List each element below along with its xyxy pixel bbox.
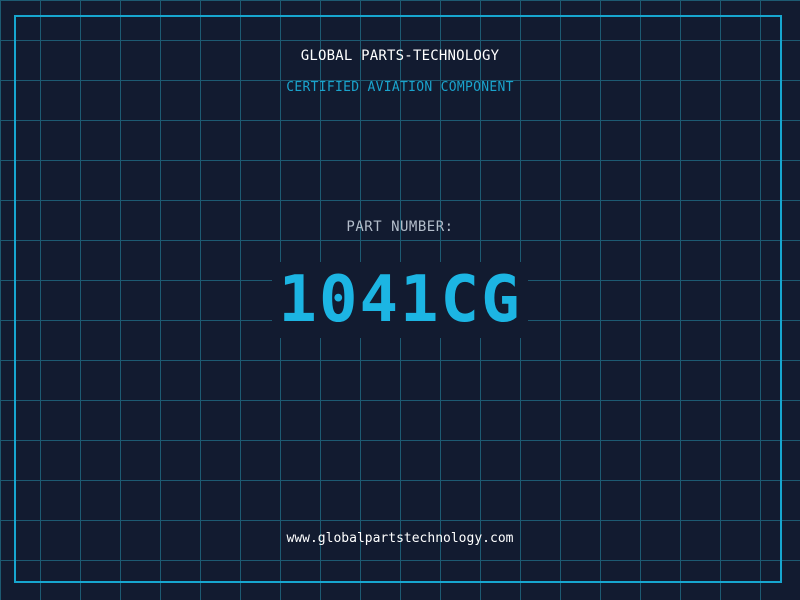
part-number-value: 1041CG — [272, 262, 528, 338]
part-number-container: 1041CG — [0, 262, 800, 338]
part-number-label: PART NUMBER: — [346, 219, 454, 235]
website-url: www.globalpartstechnology.com — [286, 531, 514, 546]
component-tagline: CERTIFIED AVIATION COMPONENT — [286, 80, 514, 95]
company-name: GLOBAL PARTS-TECHNOLOGY — [300, 48, 500, 64]
